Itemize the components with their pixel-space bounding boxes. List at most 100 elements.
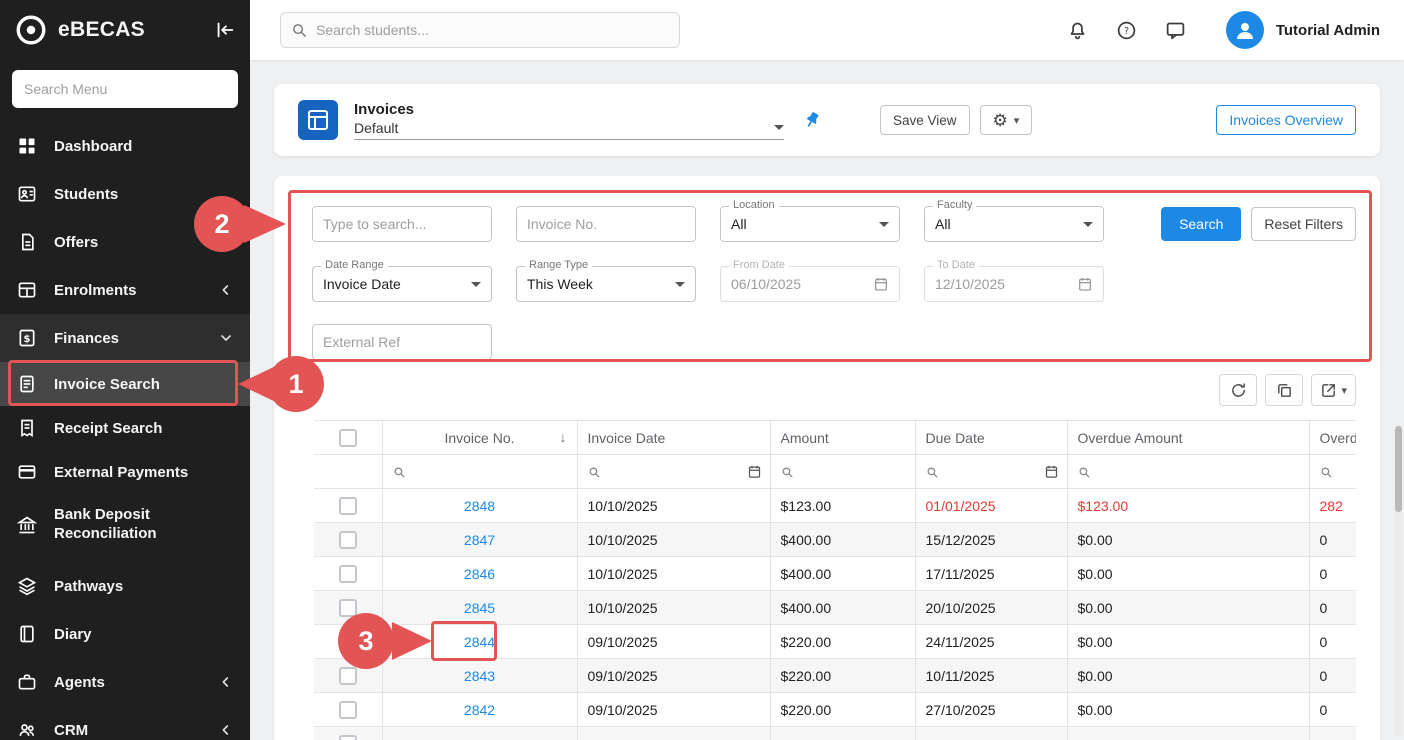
sidebar-collapse-icon[interactable] (214, 19, 236, 41)
invoice-link[interactable]: 2848 (464, 498, 495, 514)
header-overdue-amount[interactable]: Overdue Amount (1067, 421, 1309, 455)
columns-copy-icon (1276, 382, 1293, 399)
row-checkbox[interactable] (339, 497, 357, 515)
header-label: Overdue Amount (1078, 430, 1183, 446)
sidebar-item-agents[interactable]: Agents (0, 658, 250, 706)
sidebar-item-enrolments[interactable]: Enrolments (0, 266, 250, 314)
sidebar-item-label: Pathways (54, 578, 123, 595)
row-checkbox[interactable] (339, 599, 357, 617)
range-type-select[interactable]: Range Type This Week (516, 266, 696, 302)
external-ref-input[interactable] (323, 334, 481, 350)
scrollbar-thumb[interactable] (1395, 426, 1402, 512)
brand-title: eBECAS (58, 18, 145, 42)
from-date-value: 06/10/2025 (731, 276, 867, 292)
sidebar-item-bank-deposit-reconciliation[interactable]: Bank Deposit Reconciliation (0, 494, 250, 556)
sidebar-item-students[interactable]: Students (0, 170, 250, 218)
invoice-link[interactable]: 2845 (464, 600, 495, 616)
refresh-button[interactable] (1219, 374, 1257, 406)
student-search-input[interactable] (316, 22, 669, 38)
sidebar-menu: Dashboard Students Offers Enrolments $ F… (0, 122, 250, 740)
sidebar-item-crm[interactable]: CRM (0, 706, 250, 740)
row-checkbox[interactable] (339, 667, 357, 685)
search-button[interactable]: Search (1161, 207, 1241, 241)
pin-view-icon[interactable] (802, 110, 822, 130)
header-invoice-date[interactable]: Invoice Date (577, 421, 770, 455)
vertical-scrollbar[interactable] (1395, 424, 1402, 738)
chevron-left-icon (218, 282, 234, 298)
cell-invoice-date: 09/10/2025 (577, 693, 770, 727)
search-icon (1078, 466, 1091, 479)
row-checkbox[interactable] (339, 531, 357, 549)
sidebar-item-pathways[interactable]: Pathways (0, 562, 250, 610)
invoice-link[interactable]: 2847 (464, 532, 495, 548)
cell-due-date: 10/11/2025 (915, 659, 1067, 693)
row-checkbox[interactable] (339, 735, 357, 740)
invoice-link[interactable]: 2843 (464, 668, 495, 684)
chat-icon[interactable] (1165, 20, 1186, 41)
invoice-link[interactable]: 2842 (464, 702, 495, 718)
cell-invoice-date: 10/10/2025 (577, 523, 770, 557)
svg-text:?: ? (1124, 26, 1129, 37)
row-checkbox[interactable] (339, 701, 357, 719)
header-overdue-by[interactable]: Overdue b (1309, 421, 1356, 455)
filter-cell-overdue-by[interactable] (1309, 455, 1356, 489)
calendar-icon[interactable] (1044, 464, 1059, 479)
sidebar-item-receipt-search[interactable]: Receipt Search (0, 406, 250, 450)
invoice-no-input[interactable] (527, 216, 685, 232)
location-select[interactable]: Location All (720, 206, 900, 242)
invoice-link[interactable]: 2846 (464, 566, 495, 582)
type-to-search-input[interactable] (323, 216, 481, 232)
header-invoice-no[interactable]: Invoice No.↓ (382, 421, 577, 455)
to-date-picker[interactable]: To Date 12/10/2025 (924, 266, 1104, 302)
sidebar-item-diary[interactable]: Diary (0, 610, 250, 658)
sort-desc-icon: ↓ (560, 429, 567, 445)
invoices-overview-button[interactable]: Invoices Overview (1216, 105, 1356, 135)
invoice-search-icon (16, 374, 38, 394)
sidebar-item-label: Bank Deposit Reconciliation (54, 506, 204, 544)
save-view-button[interactable]: Save View (880, 105, 970, 135)
header-amount[interactable]: Amount (770, 421, 915, 455)
filter-cell-overdue-amount[interactable] (1067, 455, 1309, 489)
cell-overdue-days: 282 (1309, 489, 1356, 523)
view-settings-button[interactable]: ⚙ ▾ (980, 105, 1033, 135)
invoice-link-2844[interactable]: 2844 (464, 634, 495, 650)
sidebar: eBECAS Dashboard Students Offers Enrolme… (0, 0, 250, 740)
from-date-picker[interactable]: From Date 06/10/2025 (720, 266, 900, 302)
column-chooser-button[interactable] (1265, 374, 1303, 406)
cell-overdue-amount: $123.00 (1067, 489, 1309, 523)
select-all-checkbox[interactable] (339, 429, 357, 447)
row-checkbox[interactable] (339, 633, 357, 651)
search-icon (393, 466, 406, 479)
sidebar-item-dashboard[interactable]: Dashboard (0, 122, 250, 170)
sidebar-item-finances[interactable]: $ Finances (0, 314, 250, 362)
user-menu[interactable]: Tutorial Admin (1226, 11, 1380, 49)
export-button[interactable]: ▾ (1311, 374, 1356, 406)
calendar-icon (873, 276, 889, 292)
sidebar-search-input[interactable] (12, 70, 238, 108)
range-type-label: Range Type (525, 259, 592, 271)
calendar-icon[interactable] (747, 464, 762, 479)
help-icon[interactable]: ? (1116, 20, 1137, 41)
filter-cell-invoice-no[interactable] (382, 455, 577, 489)
view-select[interactable]: Default (354, 120, 784, 140)
faculty-select[interactable]: Faculty All (924, 206, 1104, 242)
sidebar-item-external-payments[interactable]: External Payments (0, 450, 250, 494)
filter-cell-invoice-date[interactable] (577, 455, 770, 489)
sidebar-item-invoice-search[interactable]: Invoice Search (0, 362, 250, 406)
reset-filters-button[interactable]: Reset Filters (1251, 207, 1356, 241)
view-select-value: Default (354, 120, 398, 136)
bank-icon (16, 515, 38, 535)
reset-filters-label: Reset Filters (1264, 216, 1343, 232)
notifications-bell-icon[interactable] (1067, 20, 1088, 41)
date-range-label: Date Range (321, 259, 388, 271)
calendar-icon (1077, 276, 1093, 292)
topbar-icons: ? (1067, 20, 1186, 41)
header-due-date[interactable]: Due Date (915, 421, 1067, 455)
cell-overdue-days: 0 (1309, 591, 1356, 625)
filter-cell-due-date[interactable] (915, 455, 1067, 489)
date-range-select[interactable]: Date Range Invoice Date (312, 266, 492, 302)
chevron-left-icon (218, 722, 234, 738)
row-checkbox[interactable] (339, 565, 357, 583)
sidebar-item-offers[interactable]: Offers (0, 218, 250, 266)
filter-cell-amount[interactable] (770, 455, 915, 489)
